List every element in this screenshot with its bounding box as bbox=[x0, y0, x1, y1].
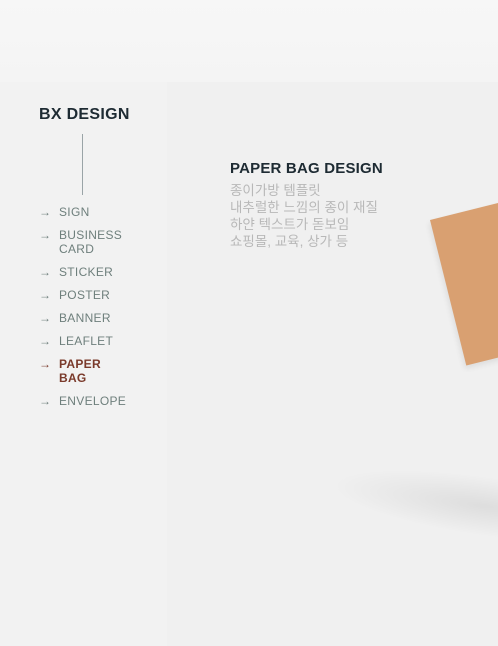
nav-item-banner[interactable]: → BANNER bbox=[39, 311, 159, 325]
nav-item-business-card[interactable]: → BUSINESS CARD bbox=[39, 228, 159, 256]
nav-item-poster[interactable]: → POSTER bbox=[39, 288, 159, 302]
nav-item-label: PAPER BAG bbox=[59, 357, 101, 385]
arrow-right-icon: → bbox=[39, 357, 52, 371]
arrow-right-icon: → bbox=[39, 334, 52, 348]
nav-item-label: POSTER bbox=[59, 288, 111, 302]
description-line: 쇼핑몰, 교육, 상가 등 bbox=[230, 234, 349, 249]
nav-item-label: SIGN bbox=[59, 205, 90, 219]
nav-item-label: BANNER bbox=[59, 311, 111, 325]
section-description: 종이가방 템플릿 내추럴한 느낌의 종이 재질 하얀 텍스트가 돋보임 쇼핑몰,… bbox=[230, 182, 410, 250]
description-line: 하얀 텍스트가 돋보임 bbox=[230, 217, 350, 232]
arrow-right-icon: → bbox=[39, 311, 52, 325]
nav-item-label: BUSINESS CARD bbox=[59, 228, 123, 256]
arrow-right-icon: → bbox=[39, 394, 52, 408]
nav-item-label: STICKER bbox=[59, 265, 114, 279]
nav-item-label: LEAFLET bbox=[59, 334, 114, 348]
arrow-right-icon: → bbox=[39, 265, 52, 279]
arrow-right-icon: → bbox=[39, 288, 52, 302]
nav-item-paper-bag[interactable]: → PAPER BAG bbox=[39, 357, 159, 385]
nav-item-sticker[interactable]: → STICKER bbox=[39, 265, 159, 279]
nav-item-sign[interactable]: → SIGN bbox=[39, 205, 159, 219]
arrow-right-icon: → bbox=[39, 205, 52, 219]
description-line: 내추럴한 느낌의 종이 재질 bbox=[230, 200, 378, 215]
brand-title: BX DESIGN bbox=[39, 106, 130, 123]
category-nav: → SIGN → BUSINESS CARD → STICKER → POSTE… bbox=[39, 205, 159, 417]
divider-line bbox=[82, 134, 83, 195]
description-line: 종이가방 템플릿 bbox=[230, 183, 321, 198]
section-title: PAPER BAG DESIGN bbox=[230, 160, 383, 177]
nav-item-label: ENVELOPE bbox=[59, 394, 127, 408]
arrow-right-icon: → bbox=[39, 228, 52, 242]
top-band bbox=[0, 0, 498, 82]
nav-item-envelope[interactable]: → ENVELOPE bbox=[39, 394, 159, 408]
nav-item-leaflet[interactable]: → LEAFLET bbox=[39, 334, 159, 348]
